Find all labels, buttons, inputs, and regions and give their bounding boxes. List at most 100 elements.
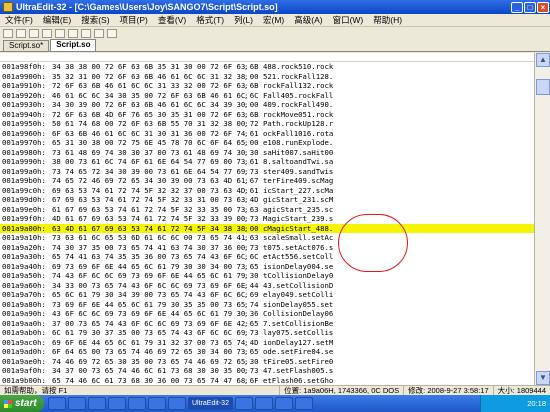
row-ascii-text[interactable]: rockFall132.rock: [263, 81, 333, 91]
menu-macro[interactable]: 宏(M): [258, 14, 289, 26]
open-file-icon[interactable]: [16, 28, 26, 38]
row-hex-bytes[interactable]: 65 31 30 38 00 72 75 6E 45 78 70 6C 6F 6…: [52, 138, 258, 148]
row-hex-bytes[interactable]: 67 69 63 53 74 61 72 74 5F 32 33 31 00 7…: [52, 195, 258, 205]
hex-row[interactable]: 001a9970h: 65 31 30 38 00 72 75 6E 45 78 …: [0, 138, 534, 148]
row-hex-bytes[interactable]: 50 61 74 68 00 72 6F 63 6B 55 70 31 32 3…: [52, 119, 258, 129]
taskbar-task[interactable]: [128, 397, 146, 410]
row-ascii-text[interactable]: 7.setCollisionBe: [263, 319, 333, 329]
row-hex-bytes[interactable]: 34 30 39 00 72 6F 63 6B 46 61 6C 6C 34 3…: [52, 100, 258, 110]
row-ascii-text[interactable]: 488.rock510.rock: [263, 62, 333, 72]
row-hex-bytes[interactable]: 72 6F 63 6B 4D 6F 76 65 30 35 31 00 72 6…: [52, 110, 258, 120]
row-ascii-text[interactable]: t075.setAct076.s: [263, 243, 333, 253]
hex-row[interactable]: 001a99a0h: 73 74 65 72 34 30 39 00 73 61 …: [0, 167, 534, 177]
row-hex-bytes[interactable]: 74 43 6F 6C 6C 69 73 69 6F 6E 44 65 6C 6…: [52, 271, 258, 281]
row-hex-bytes[interactable]: 37 00 73 65 74 43 6F 6C 6C 69 73 69 6F 6…: [52, 319, 258, 329]
row-ascii-text[interactable]: isionDelay004.se: [263, 262, 333, 272]
row-ascii-text[interactable]: ster409.sandTwis: [263, 167, 333, 177]
hex-row[interactable]: 001a9900h: 35 32 31 00 72 6F 63 6B 46 61 …: [0, 72, 534, 82]
scroll-thumb[interactable]: [536, 79, 550, 95]
row-ascii-text[interactable]: agicStart_235.sc: [263, 205, 333, 215]
tab-script-modified[interactable]: Script.so*: [3, 40, 50, 51]
row-hex-bytes[interactable]: 6F 64 65 00 73 65 74 46 69 72 65 30 34 0…: [52, 347, 258, 357]
row-ascii-text[interactable]: 8.saltoandTwi.sa: [263, 157, 333, 167]
row-ascii-text[interactable]: saHit007.saHit00: [263, 148, 333, 158]
row-hex-bytes[interactable]: 4D 61 67 69 63 53 74 61 72 74 5F 32 33 3…: [52, 214, 258, 224]
row-hex-bytes[interactable]: 73 69 6F 6E 44 65 6C 61 79 30 35 35 00 7…: [52, 300, 258, 310]
taskbar-task[interactable]: [108, 397, 126, 410]
row-ascii-text[interactable]: tFire05.setFire0: [263, 357, 333, 367]
row-ascii-text[interactable]: 43.setCollisionD: [263, 281, 333, 291]
menu-search[interactable]: 搜索(S): [76, 14, 114, 26]
hex-row[interactable]: 001a9af0h: 34 37 00 73 65 74 46 6C 61 73 …: [0, 366, 534, 376]
row-ascii-text[interactable]: lay075.setCollis: [263, 328, 333, 338]
hex-row[interactable]: 001a9a80h: 73 69 6F 6E 44 65 6C 61 79 30 …: [0, 300, 534, 310]
hex-row[interactable]: 001a9a40h: 69 73 69 6F 6E 44 65 6C 61 79 …: [0, 262, 534, 272]
row-hex-bytes[interactable]: 35 32 31 00 72 6F 63 6B 46 61 6C 6C 31 3…: [52, 72, 258, 82]
menu-advanced[interactable]: 高级(A): [289, 14, 327, 26]
hex-editor[interactable]: 001a98f0h: 34 38 38 00 72 6F 63 6B 35 31 …: [0, 62, 534, 385]
row-hex-bytes[interactable]: 73 61 48 69 74 30 30 37 00 73 61 48 69 7…: [52, 148, 258, 158]
hex-row[interactable]: 001a9920h: 46 61 6C 6C 34 30 35 00 72 6F …: [0, 91, 534, 101]
row-hex-bytes[interactable]: 69 73 69 6F 6E 44 65 6C 61 79 30 30 34 0…: [52, 262, 258, 272]
taskbar-task[interactable]: UltraEdit-32: [188, 397, 233, 410]
row-ascii-text[interactable]: elay049.setColli: [263, 290, 333, 300]
row-ascii-text[interactable]: tCollisionDelay0: [263, 271, 333, 281]
menu-window[interactable]: 窗口(W): [328, 14, 369, 26]
hex-row[interactable]: 001a9a60h: 34 33 00 73 65 74 43 6F 6C 6C …: [0, 281, 534, 291]
tab-script[interactable]: Script.so: [50, 39, 97, 51]
hex-row[interactable]: 001a9930h: 34 30 39 00 72 6F 63 6B 46 61 …: [0, 100, 534, 110]
start-button[interactable]: start: [0, 395, 44, 412]
row-hex-bytes[interactable]: 65 74 41 63 74 35 35 36 00 73 65 74 43 6…: [52, 252, 258, 262]
row-ascii-text[interactable]: sionDelay055.set: [263, 300, 333, 310]
menu-project[interactable]: 项目(P): [115, 14, 153, 26]
hex-row[interactable]: 001a9960h: 6F 63 6B 46 61 6C 6C 31 30 31 …: [0, 129, 534, 139]
hex-row[interactable]: 001a99c0h: 69 63 53 74 61 72 74 5F 32 32 …: [0, 186, 534, 196]
row-hex-bytes[interactable]: 74 65 72 46 69 72 65 34 30 39 00 73 63 4…: [52, 176, 258, 186]
taskbar-task[interactable]: [294, 397, 313, 410]
taskbar-task[interactable]: [148, 397, 166, 410]
taskbar-task[interactable]: [254, 397, 273, 410]
row-hex-bytes[interactable]: 73 63 61 6C 65 53 6D 61 6C 6C 00 73 65 7…: [52, 233, 258, 243]
row-hex-bytes[interactable]: 74 30 37 35 00 73 65 74 41 63 74 30 37 3…: [52, 243, 258, 253]
menu-view[interactable]: 查看(V): [153, 14, 191, 26]
hex-row[interactable]: 001a99f0h: 4D 61 67 69 63 53 74 61 72 74 …: [0, 214, 534, 224]
hex-row[interactable]: 001a9a00h: 63 4D 61 67 69 63 53 74 61 72 …: [0, 223, 534, 234]
hex-row[interactable]: 001a9a70h: 65 6C 61 79 30 34 39 00 73 65 …: [0, 290, 534, 300]
menu-help[interactable]: 帮助(H): [368, 14, 407, 26]
row-hex-bytes[interactable]: 34 38 38 00 72 6F 63 6B 35 31 30 00 72 6…: [52, 62, 258, 72]
row-hex-bytes[interactable]: 72 6F 63 6B 46 61 6C 6C 31 33 32 00 72 6…: [52, 81, 258, 91]
row-ascii-text[interactable]: 409.rockFall490.: [263, 100, 333, 110]
taskbar-task[interactable]: [88, 397, 106, 410]
taskbar-task[interactable]: [234, 397, 253, 410]
scroll-up-icon[interactable]: ▲: [536, 53, 550, 67]
row-ascii-text[interactable]: etAct556.setColl: [263, 252, 333, 262]
hex-row[interactable]: 001a9ae0h: 74 46 69 72 65 30 35 00 73 65 …: [0, 357, 534, 367]
row-ascii-text[interactable]: 521.rockFall128.: [263, 72, 333, 82]
row-ascii-text[interactable]: scaleSmall.setAc: [263, 233, 333, 243]
taskbar-task[interactable]: [48, 397, 66, 410]
menu-column[interactable]: 列(L): [229, 14, 258, 26]
hex-row[interactable]: 001a9ad0h: 6F 64 65 00 73 65 74 46 69 72 …: [0, 347, 534, 357]
hex-row[interactable]: 001a9950h: 50 61 74 68 00 72 6F 63 6B 55 …: [0, 119, 534, 129]
vertical-scrollbar[interactable]: ▲ ▼: [534, 53, 550, 385]
row-hex-bytes[interactable]: 38 00 73 61 6C 74 6F 61 6E 64 54 77 69 0…: [52, 157, 258, 167]
hex-row[interactable]: 001a9ab0h: 6C 61 79 30 37 35 00 73 65 74 …: [0, 328, 534, 338]
row-hex-bytes[interactable]: 69 63 53 74 61 72 74 5F 32 32 37 00 73 6…: [52, 186, 258, 196]
taskbar-task[interactable]: [274, 397, 293, 410]
taskbar-task[interactable]: [68, 397, 86, 410]
row-ascii-text[interactable]: Fall405.rockFall: [263, 91, 333, 101]
row-ascii-text[interactable]: cMagicStart_488.: [263, 224, 333, 234]
row-ascii-text[interactable]: ionDelay127.setM: [263, 338, 333, 348]
row-hex-bytes[interactable]: 34 37 00 73 65 74 46 6C 61 73 68 30 30 3…: [52, 366, 258, 376]
menu-format[interactable]: 格式(T): [191, 14, 229, 26]
print-icon[interactable]: [42, 28, 52, 38]
hex-row[interactable]: 001a9ac0h: 69 6F 6E 44 65 6C 61 79 31 32 …: [0, 338, 534, 348]
menu-file[interactable]: 文件(F): [0, 14, 38, 26]
row-hex-bytes[interactable]: 63 4D 61 67 69 63 53 74 61 72 74 5F 34 3…: [52, 224, 258, 234]
find-icon[interactable]: [107, 28, 117, 38]
hex-row[interactable]: 001a99e0h: 61 67 69 63 53 74 61 72 74 5F …: [0, 205, 534, 215]
row-ascii-text[interactable]: etFlash06.setGho: [263, 376, 333, 386]
row-hex-bytes[interactable]: 43 6F 6C 6C 69 73 69 6F 6E 44 65 6C 61 7…: [52, 309, 258, 319]
undo-icon[interactable]: [94, 28, 104, 38]
menu-edit[interactable]: 编辑(E): [38, 14, 76, 26]
